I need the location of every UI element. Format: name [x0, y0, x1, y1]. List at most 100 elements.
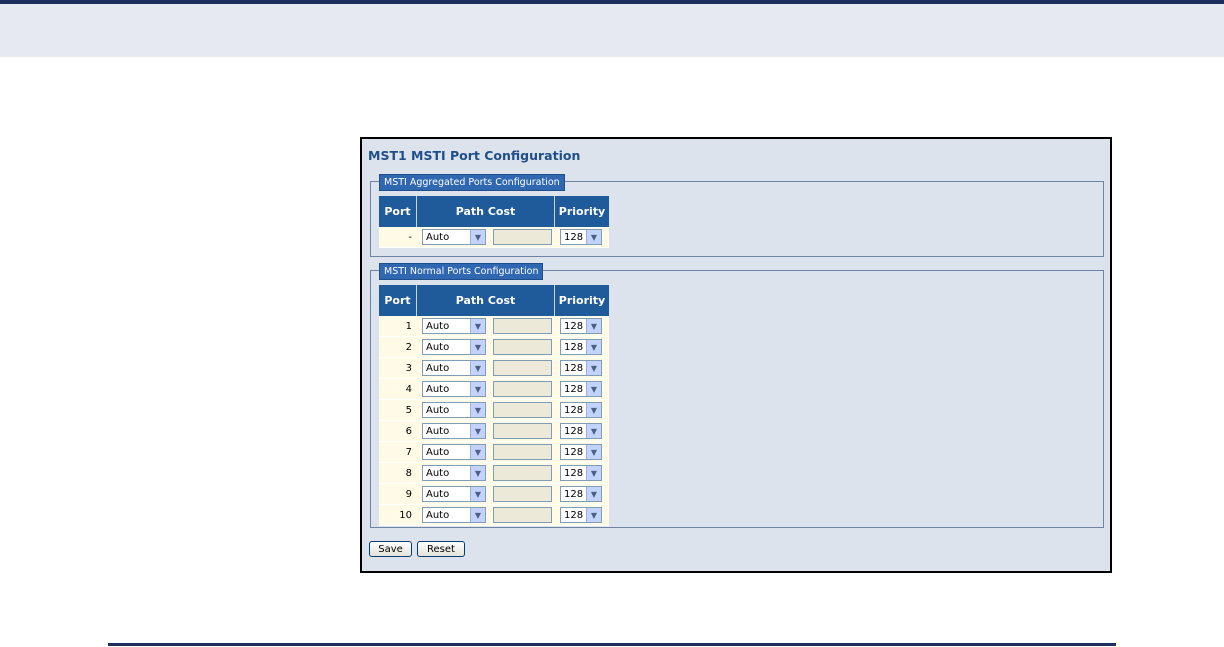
- chevron-down-icon: ▼: [586, 230, 601, 244]
- page-title: MST1 MSTI Port Configuration: [368, 148, 581, 163]
- chevron-down-icon: ▼: [470, 340, 485, 354]
- path-cost-cell: Auto ▼: [417, 505, 555, 526]
- priority-cell: 128 ▼: [555, 421, 609, 442]
- path-cost-mode-value: Auto: [426, 341, 450, 353]
- port-cell: 10: [379, 505, 417, 526]
- chevron-down-icon: ▼: [470, 382, 485, 396]
- chevron-down-icon: ▼: [470, 508, 485, 522]
- priority-select[interactable]: 128 ▼: [560, 507, 602, 523]
- path-cost-input[interactable]: [493, 339, 552, 355]
- path-cost-input[interactable]: [493, 423, 552, 439]
- path-cost-input[interactable]: [493, 229, 552, 245]
- path-cost-mode-value: Auto: [426, 320, 450, 332]
- normal-ports-fieldset: MSTI Normal Ports Configuration Port Pat…: [370, 263, 1104, 528]
- path-cost-input[interactable]: [493, 360, 552, 376]
- table-row: 6 Auto ▼ 128 ▼: [379, 421, 609, 442]
- chevron-down-icon: ▼: [470, 445, 485, 459]
- priority-cell: 128 ▼: [555, 358, 609, 379]
- port-cell: 5: [379, 400, 417, 421]
- chevron-down-icon: ▼: [586, 487, 601, 501]
- port-cell: 9: [379, 484, 417, 505]
- path-cost-mode-select[interactable]: Auto ▼: [422, 402, 486, 418]
- reset-button[interactable]: Reset: [417, 541, 465, 557]
- path-cost-mode-select[interactable]: Auto ▼: [422, 486, 486, 502]
- path-cost-input[interactable]: [493, 381, 552, 397]
- chevron-down-icon: ▼: [586, 340, 601, 354]
- col-path-cost: Path Cost: [417, 196, 555, 227]
- priority-value: 128: [564, 488, 584, 500]
- priority-cell: 128 ▼: [555, 442, 609, 463]
- path-cost-input[interactable]: [493, 402, 552, 418]
- path-cost-cell: Auto ▼: [417, 400, 555, 421]
- chevron-down-icon: ▼: [586, 445, 601, 459]
- path-cost-cell: Auto ▼: [417, 358, 555, 379]
- priority-cell: 128 ▼: [555, 505, 609, 526]
- path-cost-mode-value: Auto: [426, 425, 450, 437]
- path-cost-input[interactable]: [493, 486, 552, 502]
- priority-value: 128: [564, 425, 584, 437]
- path-cost-cell: Auto ▼: [417, 484, 555, 505]
- priority-select[interactable]: 128 ▼: [560, 486, 602, 502]
- priority-cell: 128 ▼: [555, 379, 609, 400]
- chevron-down-icon: ▼: [470, 361, 485, 375]
- chevron-down-icon: ▼: [470, 487, 485, 501]
- path-cost-mode-value: Auto: [426, 488, 450, 500]
- aggregated-ports-table: Port Path Cost Priority - Auto ▼ 128 ▼: [379, 196, 609, 248]
- priority-select[interactable]: 128 ▼: [560, 444, 602, 460]
- priority-cell: 128 ▼: [555, 316, 609, 337]
- path-cost-cell: Auto ▼: [417, 421, 555, 442]
- path-cost-mode-select[interactable]: Auto ▼: [422, 360, 486, 376]
- path-cost-cell: Auto ▼: [417, 463, 555, 484]
- chevron-down-icon: ▼: [586, 361, 601, 375]
- priority-select[interactable]: 128 ▼: [560, 318, 602, 334]
- table-row: 7 Auto ▼ 128 ▼: [379, 442, 609, 463]
- priority-value: 128: [564, 404, 584, 416]
- table-row: 8 Auto ▼ 128 ▼: [379, 463, 609, 484]
- path-cost-mode-select[interactable]: Auto ▼: [422, 465, 486, 481]
- chevron-down-icon: ▼: [470, 403, 485, 417]
- priority-value: 128: [564, 341, 584, 353]
- save-button[interactable]: Save: [369, 541, 412, 557]
- path-cost-mode-value: Auto: [426, 404, 450, 416]
- priority-cell: 128 ▼: [555, 227, 609, 248]
- priority-cell: 128 ▼: [555, 337, 609, 358]
- chevron-down-icon: ▼: [586, 382, 601, 396]
- table-row: 5 Auto ▼ 128 ▼: [379, 400, 609, 421]
- priority-cell: 128 ▼: [555, 484, 609, 505]
- path-cost-input[interactable]: [493, 444, 552, 460]
- priority-select[interactable]: 128 ▼: [560, 423, 602, 439]
- path-cost-input[interactable]: [493, 507, 552, 523]
- path-cost-mode-select[interactable]: Auto ▼: [422, 444, 486, 460]
- priority-select[interactable]: 128 ▼: [560, 339, 602, 355]
- col-priority: Priority: [555, 285, 609, 316]
- path-cost-input[interactable]: [493, 465, 552, 481]
- path-cost-input[interactable]: [493, 318, 552, 334]
- table-row: 3 Auto ▼ 128 ▼: [379, 358, 609, 379]
- priority-value: 128: [564, 231, 584, 243]
- port-cell: 7: [379, 442, 417, 463]
- priority-select[interactable]: 128 ▼: [560, 381, 602, 397]
- priority-select[interactable]: 128 ▼: [560, 360, 602, 376]
- path-cost-mode-select[interactable]: Auto ▼: [422, 339, 486, 355]
- port-cell: 6: [379, 421, 417, 442]
- priority-value: 128: [564, 509, 584, 521]
- path-cost-mode-value: Auto: [426, 467, 450, 479]
- path-cost-mode-select[interactable]: Auto ▼: [422, 229, 486, 245]
- table-row: 2 Auto ▼ 128 ▼: [379, 337, 609, 358]
- col-port: Port: [379, 196, 417, 227]
- priority-select[interactable]: 128 ▼: [560, 229, 602, 245]
- chevron-down-icon: ▼: [586, 403, 601, 417]
- priority-cell: 128 ▼: [555, 400, 609, 421]
- priority-select[interactable]: 128 ▼: [560, 465, 602, 481]
- priority-value: 128: [564, 362, 584, 374]
- chevron-down-icon: ▼: [470, 230, 485, 244]
- path-cost-mode-select[interactable]: Auto ▼: [422, 507, 486, 523]
- path-cost-mode-select[interactable]: Auto ▼: [422, 318, 486, 334]
- path-cost-mode-select[interactable]: Auto ▼: [422, 423, 486, 439]
- priority-value: 128: [564, 320, 584, 332]
- priority-select[interactable]: 128 ▼: [560, 402, 602, 418]
- path-cost-mode-value: Auto: [426, 231, 450, 243]
- priority-value: 128: [564, 383, 584, 395]
- path-cost-cell: Auto ▼: [417, 337, 555, 358]
- path-cost-mode-select[interactable]: Auto ▼: [422, 381, 486, 397]
